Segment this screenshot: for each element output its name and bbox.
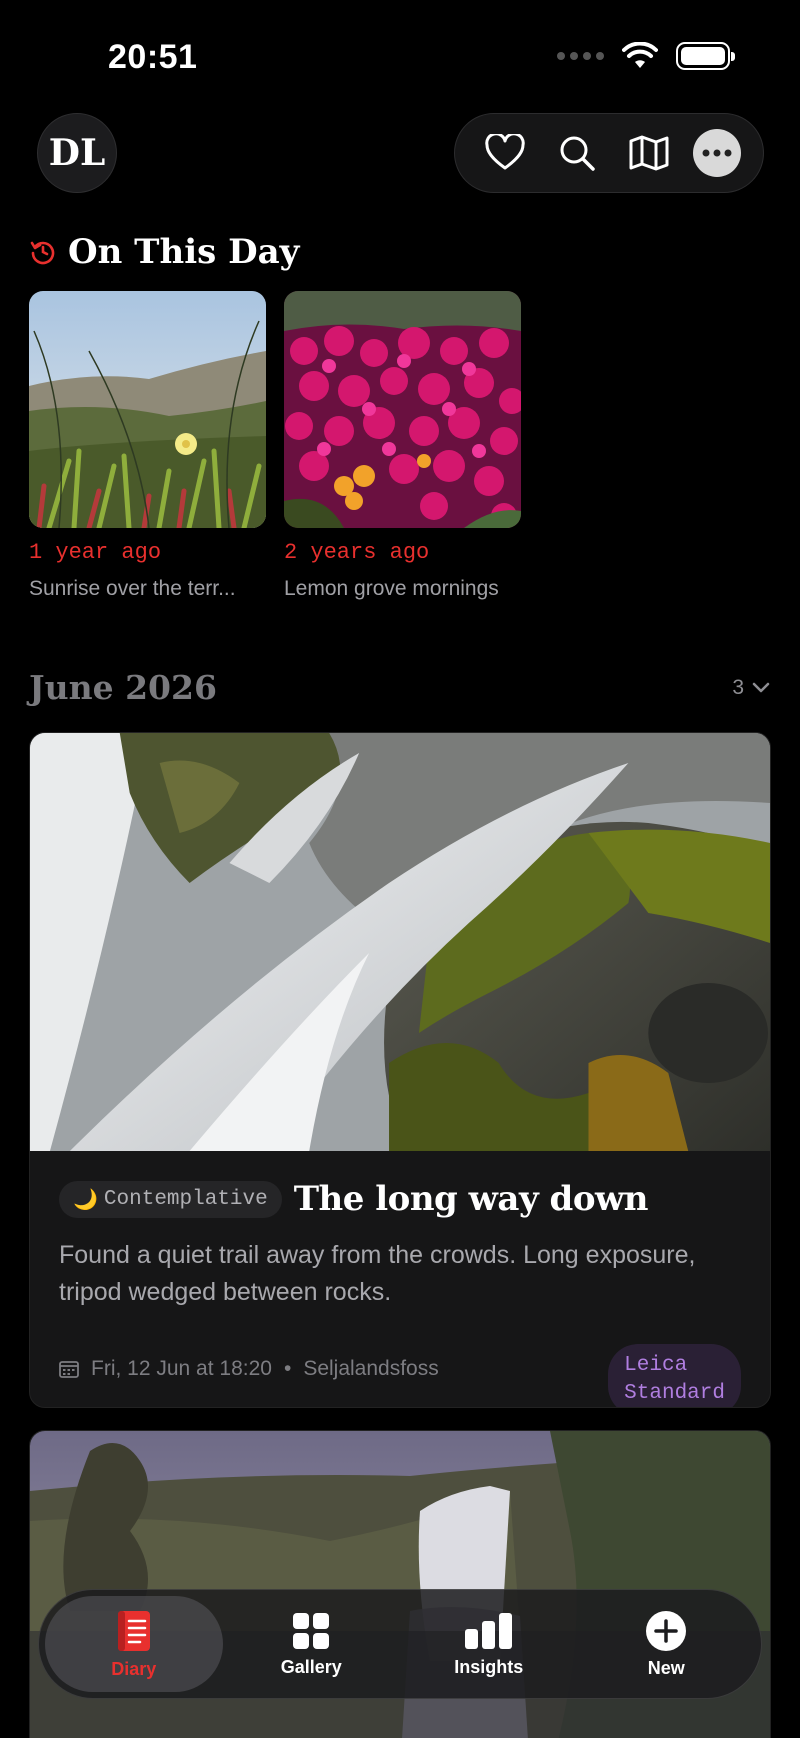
- mood-label: Contemplative: [103, 1187, 268, 1211]
- header-actions: [454, 113, 764, 193]
- month-header: June 2026: [29, 668, 217, 707]
- on-this-day-header: On This Day: [30, 232, 299, 272]
- more-icon: [702, 149, 732, 157]
- tab-diary[interactable]: Diary: [45, 1596, 223, 1692]
- insights-icon: [464, 1612, 512, 1649]
- entry-photo: [30, 733, 770, 1151]
- entry-date: Fri, 12 Jun at 18:20: [91, 1357, 272, 1380]
- on-this-day-item[interactable]: 2 years ago Lemon grove mornings: [284, 291, 521, 601]
- month-collapse-toggle[interactable]: 3: [732, 676, 770, 700]
- camera-chip-line2: Standard: [624, 1382, 725, 1405]
- status-time: 20:51: [108, 38, 198, 76]
- entry-excerpt: Found a quiet trail away from the crowds…: [59, 1241, 696, 1306]
- on-this-day-item[interactable]: 1 year ago Sunrise over the terr...: [29, 291, 266, 601]
- on-this-day-caption: Sunrise over the terr...: [29, 577, 236, 600]
- favorites-button[interactable]: [477, 125, 533, 181]
- diary-icon: [117, 1610, 150, 1651]
- tab-bar: Diary Gallery Insights New: [38, 1589, 762, 1699]
- map-button[interactable]: [621, 125, 677, 181]
- on-this-day-title: On This Day: [68, 232, 300, 272]
- avatar[interactable]: DL: [37, 113, 117, 193]
- tab-label: Insights: [454, 1656, 524, 1677]
- tab-new[interactable]: New: [578, 1596, 756, 1692]
- plus-icon: [646, 1610, 687, 1651]
- entry-body: 🌙 Contemplative The long way down Found …: [59, 1179, 741, 1407]
- tab-insights[interactable]: Insights: [400, 1596, 578, 1692]
- moon-icon: 🌙: [73, 1188, 98, 1211]
- status-icons: [557, 42, 735, 70]
- entry-title: The long way down: [293, 1179, 649, 1219]
- gallery-icon: [293, 1612, 330, 1649]
- more-button[interactable]: [693, 129, 741, 177]
- tab-label: New: [647, 1657, 685, 1678]
- on-this-day-ago: 2 years ago: [284, 540, 430, 565]
- chevron-down-icon: [752, 682, 770, 693]
- map-icon: [629, 135, 669, 171]
- camera-chip-line1: Leica: [624, 1354, 688, 1377]
- tab-label: Gallery: [280, 1656, 342, 1677]
- mood-chip[interactable]: 🌙 Contemplative: [59, 1180, 282, 1218]
- entry-location: Seljalandsfoss: [303, 1357, 439, 1380]
- history-icon: [30, 241, 55, 265]
- battery-icon: [676, 42, 735, 70]
- cellular-signal-icon: [557, 52, 604, 60]
- meta-separator: •: [283, 1357, 292, 1380]
- entry-meta: Fri, 12 Jun at 18:20 • Seljalandsfoss: [59, 1357, 439, 1381]
- entry-count: 3: [732, 676, 744, 699]
- camera-chip[interactable]: Leica Standard: [608, 1344, 741, 1407]
- diary-entry-card[interactable]: 🌙 Contemplative The long way down Found …: [29, 732, 771, 1408]
- calendar-icon: [59, 1361, 79, 1378]
- on-this-day-caption: Lemon grove mornings: [284, 577, 499, 600]
- tab-label: Diary: [111, 1658, 157, 1679]
- search-icon: [560, 136, 595, 171]
- photo-thumbnail: [29, 291, 266, 528]
- search-button[interactable]: [549, 125, 605, 181]
- on-this-day-ago: 1 year ago: [29, 540, 162, 565]
- wifi-icon: [622, 42, 658, 68]
- photo-thumbnail: [284, 291, 521, 528]
- heart-icon: [485, 134, 525, 170]
- tab-gallery[interactable]: Gallery: [223, 1596, 401, 1692]
